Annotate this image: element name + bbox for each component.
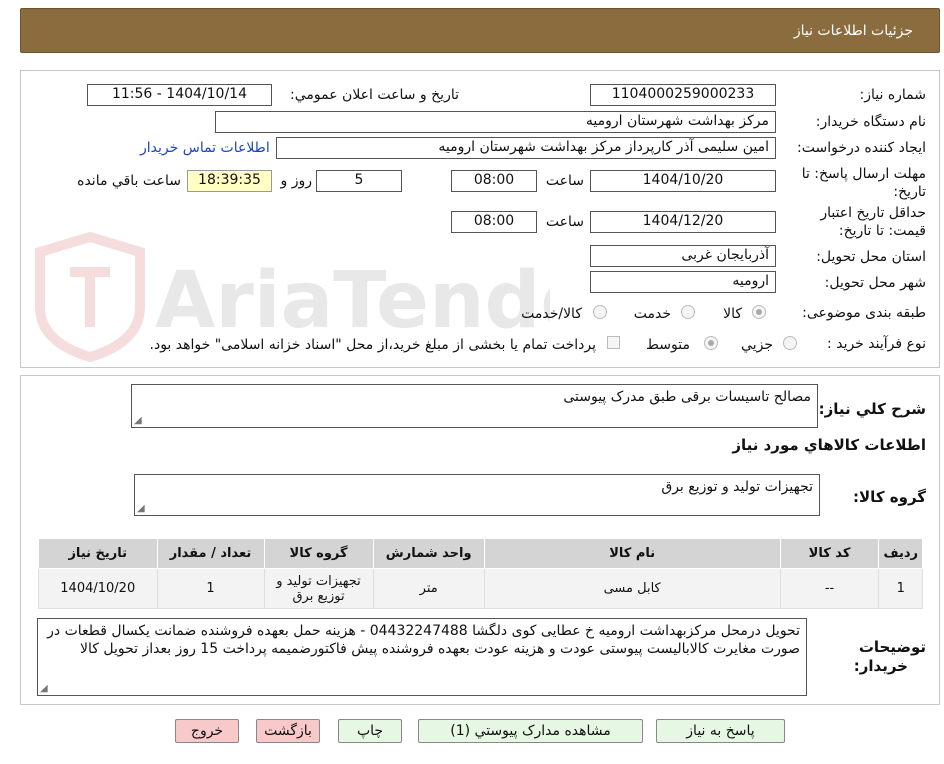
goods-group-textarea: تجهیزات تولید و توزیع برق ◢ (134, 474, 820, 516)
requester-field: امین سلیمی آذر کارپرداز مرکز بهداشت شهرس… (276, 137, 776, 159)
buyer-notes-text: تحویل درمحل مرکزبهداشت ارومیه خ عطایی کو… (47, 623, 800, 657)
goods-info-title: اطلاعات کالاهاي مورد نياز (732, 436, 926, 454)
summary-label: شرح کلي نياز: (818, 400, 926, 418)
treasury-checkbox[interactable] (607, 336, 620, 349)
table-row: 1 -- کابل مسی متر تجهیزات تولید و توزیع … (38, 568, 923, 609)
exit-button[interactable]: خروج (175, 719, 239, 743)
summary-textarea: مصالح تاسیسات برقی طبق مدرک پیوستی ◢ (131, 384, 818, 428)
province-label: استان محل تحويل: (816, 249, 926, 265)
validity-time-label: ساعت (545, 214, 584, 230)
cell-group: تجهیزات تولید و توزیع برق (263, 568, 374, 609)
reply-time-field: 08:00 (451, 170, 537, 192)
buyer-notes-label-2: خريدار: (853, 657, 908, 675)
announce-date-field: 1404/10/14 - 11:56 (87, 84, 272, 106)
category-radio-goods-service[interactable] (593, 305, 607, 319)
col-row: رديف (878, 538, 923, 569)
validity-label-2: قيمت: تا تاريخ: (838, 223, 926, 239)
goods-group-text: تجهیزات تولید و توزیع برق (661, 479, 813, 495)
reply-deadline-label: مهلت ارسال پاسخ: تا (801, 166, 926, 182)
validity-date-field: 1404/12/20 (590, 211, 776, 233)
category-radio-goods[interactable] (752, 305, 766, 319)
category-label: طبقه بندی موضوعی: (802, 305, 926, 321)
cell-unit: متر (372, 568, 485, 609)
reply-time-label: ساعت (545, 173, 584, 189)
buyer-org-label: نام دستگاه خريدار: (815, 114, 926, 130)
validity-time-field: 08:00 (451, 211, 537, 233)
buyer-notes-label: توضيحات (858, 638, 926, 656)
page-title: جزئیات اطلاعات نیاز (793, 23, 913, 39)
goods-table-header: رديف کد کالا نام کالا واحد شمارش گروه کا… (38, 538, 923, 569)
cell-code: -- (779, 568, 880, 609)
validity-label: حداقل تاريخ اعتبار (820, 205, 926, 221)
cell-qty: 1 (156, 568, 265, 609)
buyer-org-field: مرکز بهداشت شهرستان ارومیه (215, 111, 776, 133)
city-field: ارومیه (590, 271, 776, 293)
cell-date: 1404/10/20 (38, 568, 158, 609)
summary-text: مصالح تاسیسات برقی طبق مدرک پیوستی (563, 389, 811, 405)
process-type-label: نوع فرآیند خرید : (827, 336, 926, 352)
process-option-minor: جزيي (741, 337, 773, 353)
col-name: نام کالا (483, 538, 781, 569)
announce-date-label: تاریخ و ساعت اعلان عمومي: (290, 87, 459, 103)
col-date: تاريخ نياز (38, 538, 158, 569)
days-label: روز و (280, 173, 313, 189)
process-radio-medium[interactable] (704, 336, 718, 350)
days-field: 5 (316, 170, 402, 192)
col-unit: واحد شمارش (372, 538, 485, 569)
category-option-service: خدمت (633, 306, 671, 322)
resize-grip-icon: ◢ (137, 503, 145, 514)
col-code: کد کالا (779, 538, 880, 569)
buyer-notes-textarea: تحویل درمحل مرکزبهداشت ارومیه خ عطایی کو… (37, 618, 807, 696)
resize-grip-icon: ◢ (40, 683, 48, 694)
goods-group-label: گروه کالا: (853, 488, 926, 506)
process-radio-minor[interactable] (783, 336, 797, 350)
category-option-goods: کالا (723, 306, 742, 322)
treasury-payment-note: پرداخت تمام یا بخشی از مبلغ خرید،از محل … (149, 337, 596, 353)
cell-name: کابل مسی (483, 568, 781, 609)
cell-row: 1 (878, 568, 923, 609)
requester-label: ايجاد کننده درخواست: (797, 140, 926, 156)
col-group: گروه کالا (263, 538, 374, 569)
province-field: آذربايجان غربی (590, 245, 776, 267)
need-number-field: 1104000259000233 (590, 84, 776, 106)
remaining-time-field: 18:39:35 (187, 170, 272, 192)
reply-button[interactable]: پاسخ به نياز (656, 719, 785, 743)
process-option-medium: متوسط (646, 337, 690, 353)
col-qty: تعداد / مقدار (156, 538, 265, 569)
back-button[interactable]: بازگشت (256, 719, 320, 743)
buyer-contact-link[interactable]: اطلاعات تماس خريدار (140, 140, 270, 156)
remaining-time-label: ساعت باقي مانده (77, 173, 181, 189)
goods-table: رديف کد کالا نام کالا واحد شمارش گروه کا… (38, 538, 923, 609)
view-documents-button[interactable]: مشاهده مدارک پيوستي (1) (418, 719, 643, 743)
reply-deadline-label-2: تاريخ: (893, 184, 926, 200)
page-header: جزئیات اطلاعات نیاز (20, 8, 940, 53)
category-radio-service[interactable] (681, 305, 695, 319)
category-option-goods-service: کالا/خدمت (521, 306, 582, 322)
reply-date-field: 1404/10/20 (590, 170, 776, 192)
need-number-label: شماره نیاز: (859, 87, 927, 103)
city-label: شهر محل تحويل: (824, 275, 926, 291)
print-button[interactable]: چاپ (338, 719, 402, 743)
resize-grip-icon: ◢ (134, 415, 142, 426)
